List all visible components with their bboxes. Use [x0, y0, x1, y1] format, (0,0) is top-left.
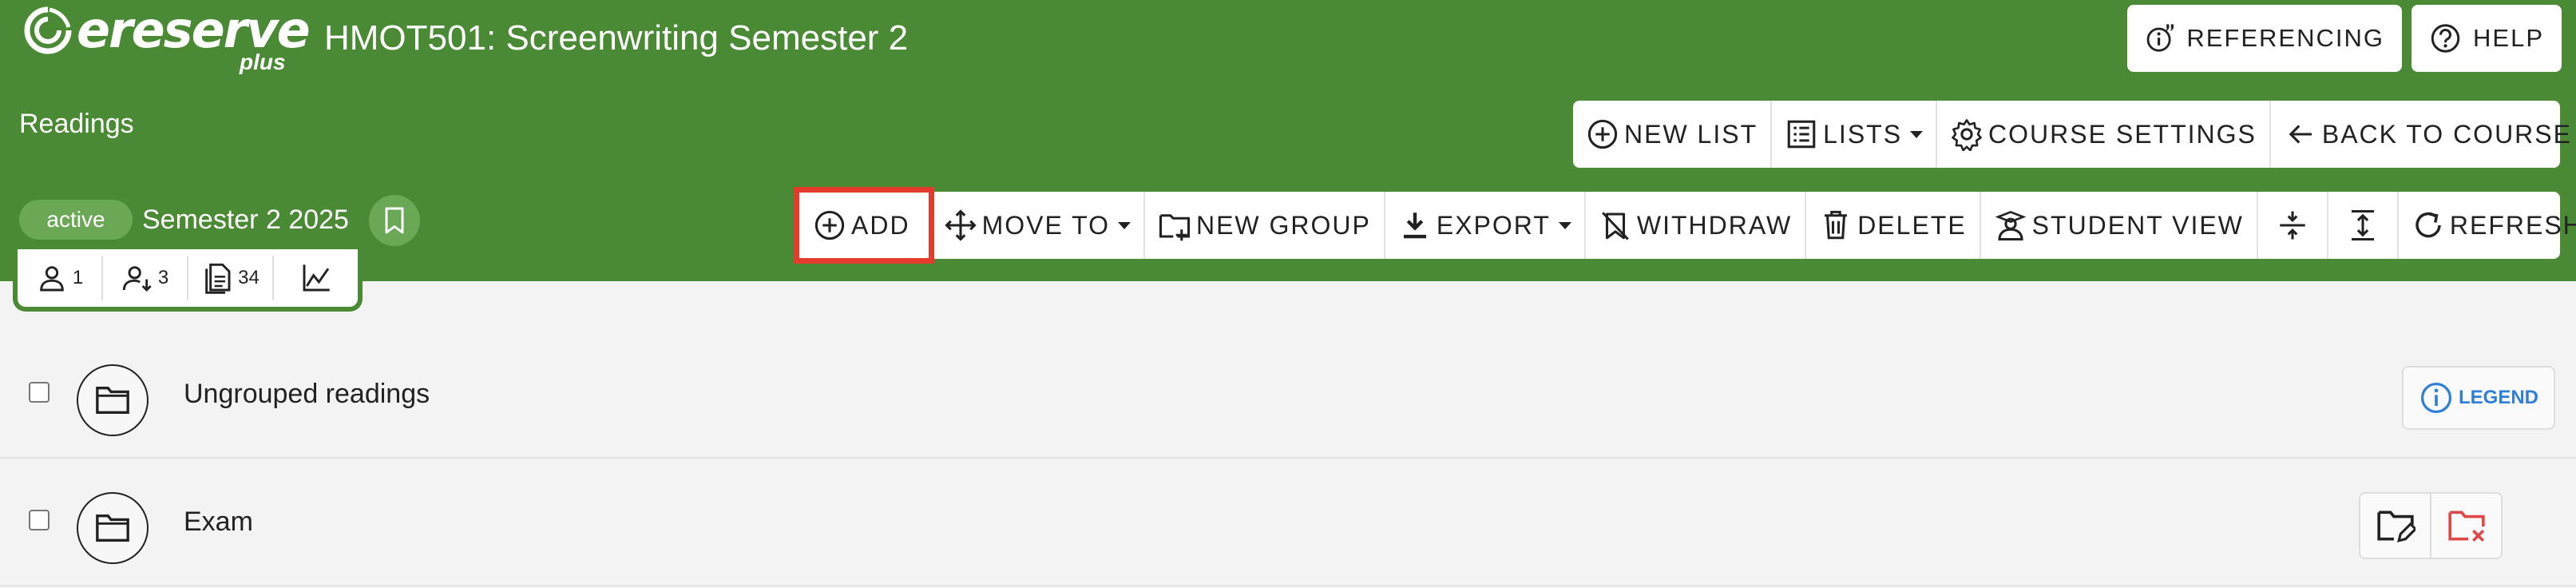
legend-label: LEGEND: [2458, 387, 2538, 408]
withdraw-label: WITHDRAW: [1636, 210, 1793, 240]
row-checkbox[interactable]: [29, 382, 50, 403]
readings-stat[interactable]: 34: [187, 256, 272, 300]
move-icon: [944, 209, 977, 241]
chevron-down-icon: [1558, 221, 1571, 229]
documents-icon: [205, 263, 231, 294]
folder-icon: [96, 386, 129, 415]
group-title: Ungrouped readings: [184, 379, 430, 409]
help-button[interactable]: HELP: [2412, 5, 2562, 72]
folder-add-icon: [1159, 214, 1190, 241]
refresh-icon: [2415, 212, 2441, 238]
expand-all-button[interactable]: [2326, 192, 2397, 259]
delete-button[interactable]: DELETE: [1805, 192, 1979, 259]
app-header: ereserve plus HMOT501: Screenwriting Sem…: [0, 0, 2576, 281]
group-row-ungrouped[interactable]: Ungrouped readings LEGEND: [0, 334, 2576, 459]
refresh-label: REFRESH: [2449, 210, 2576, 240]
action-toolbar: ADD MOVE TO NEW GROUP EXPORT WITHDRAW DE…: [794, 192, 2576, 259]
referencing-label: REFERENCING: [2186, 24, 2384, 52]
ereserve-logo-icon: [24, 6, 72, 54]
trash-icon: [1825, 210, 1848, 240]
group-row-exam[interactable]: Exam: [0, 462, 2576, 586]
folder-delete-icon: [2447, 511, 2485, 542]
new-list-label: NEW LIST: [1624, 119, 1758, 149]
plus-circle-icon: [814, 210, 845, 240]
help-label: HELP: [2473, 24, 2544, 52]
chevron-down-icon: [1910, 130, 1924, 138]
course-settings-label: COURSE SETTINGS: [1988, 119, 2257, 149]
lists-label: LISTS: [1823, 119, 1903, 149]
export-label: EXPORT: [1436, 210, 1551, 240]
users-count: 1: [72, 267, 84, 288]
list-toolbar: NEW LIST LISTS COURSE SETTINGS BACK TO C…: [1573, 101, 2570, 168]
plus-circle-icon: [1587, 119, 1618, 149]
logo-text: ereserve: [77, 1, 311, 59]
user-icon: [40, 266, 64, 292]
group-title: Exam: [184, 507, 253, 537]
analytics-stat[interactable]: [272, 256, 358, 300]
move-to-button[interactable]: MOVE TO: [929, 192, 1143, 259]
info-icon: [2420, 382, 2452, 414]
new-group-label: NEW GROUP: [1195, 210, 1371, 240]
referencing-button[interactable]: REFERENCING: [2127, 5, 2402, 72]
course-stats: 1 3 34: [13, 249, 363, 312]
folder-button[interactable]: [77, 492, 149, 564]
export-button[interactable]: EXPORT: [1383, 192, 1584, 259]
collapse-all-button[interactable]: [2256, 192, 2327, 259]
subscribers-count: 3: [157, 267, 169, 288]
add-label: ADD: [851, 210, 910, 240]
folder-icon: [96, 514, 129, 542]
course-title: HMOT501: Screenwriting Semester 2: [324, 18, 909, 58]
bookmark-icon: [385, 207, 404, 234]
new-group-button[interactable]: NEW GROUP: [1143, 192, 1384, 259]
status-badge: active: [19, 200, 133, 240]
referencing-info-icon: [2146, 24, 2174, 52]
back-to-course-button[interactable]: BACK TO COURSE: [2269, 101, 2576, 168]
refresh-button[interactable]: REFRESH: [2396, 192, 2576, 259]
chevron-down-icon: [1117, 221, 1131, 229]
ereserve-logo[interactable]: ereserve plus: [22, 1, 311, 74]
legend-button[interactable]: LEGEND: [2402, 366, 2555, 430]
user-download-icon: [122, 266, 152, 292]
student-view-button[interactable]: STUDENT VIEW: [1979, 192, 2257, 259]
group-actions: [2359, 492, 2503, 559]
delete-label: DELETE: [1857, 210, 1967, 240]
edit-group-button[interactable]: [2360, 494, 2430, 558]
help-icon: [2431, 24, 2460, 53]
gear-icon: [1952, 119, 1982, 151]
arrow-left-icon: [2289, 125, 2312, 144]
collapse-icon: [2280, 211, 2305, 240]
student-icon: [1995, 210, 2027, 241]
list-icon: [1787, 120, 1816, 149]
semester-label: Semester 2 2025: [142, 205, 349, 235]
move-to-label: MOVE TO: [981, 210, 1110, 240]
subscribers-stat[interactable]: 3: [101, 256, 187, 300]
users-stat[interactable]: 1: [18, 256, 101, 300]
expand-icon: [2351, 209, 2374, 241]
chart-line-icon: [303, 264, 330, 292]
bookmark-button[interactable]: [369, 195, 420, 246]
download-icon: [1403, 213, 1426, 239]
lists-dropdown-button[interactable]: LISTS: [1770, 101, 1936, 168]
folder-button[interactable]: [77, 364, 149, 436]
new-list-button[interactable]: NEW LIST: [1573, 101, 1770, 168]
logo-suffix: plus: [240, 50, 286, 74]
student-view-label: STUDENT VIEW: [2031, 210, 2244, 240]
course-settings-button[interactable]: COURSE SETTINGS: [1936, 101, 2269, 168]
bookmark-off-icon: [1601, 212, 1629, 240]
add-button[interactable]: ADD: [794, 192, 929, 259]
section-label: Readings: [19, 109, 134, 139]
delete-group-button[interactable]: [2430, 494, 2501, 558]
folder-edit-icon: [2376, 511, 2415, 542]
back-to-course-label: BACK TO COURSE: [2321, 119, 2572, 149]
row-checkbox[interactable]: [29, 510, 50, 530]
readings-count: 34: [238, 267, 260, 288]
withdraw-button[interactable]: WITHDRAW: [1583, 192, 1805, 259]
